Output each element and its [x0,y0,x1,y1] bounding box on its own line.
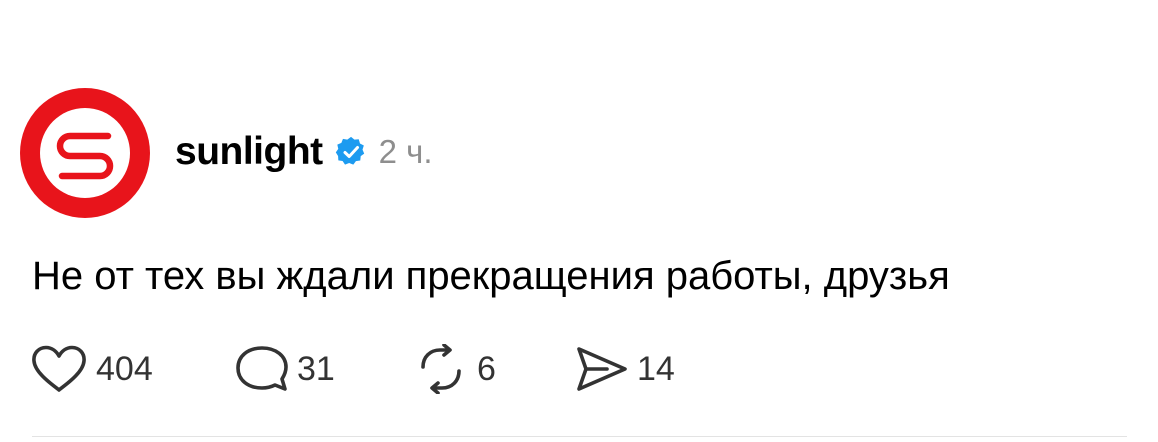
sunlight-logo-icon [20,88,150,218]
repost-button[interactable]: 6 [413,344,573,394]
comment-button[interactable]: 31 [235,344,413,394]
comment-icon [236,346,288,391]
send-icon [577,347,627,391]
comment-count: 31 [297,349,335,388]
post-card: sunlight 2 ч. Не от тех вы ждали прекращ… [0,0,1158,442]
like-count: 404 [96,349,153,388]
repost-count: 6 [477,349,496,388]
heart-icon [32,345,86,392]
post-header: sunlight 2 ч. [175,126,433,178]
share-count: 14 [637,349,675,388]
post-text: Не от тех вы ждали прекращения работы, д… [32,254,950,298]
repost-icon [421,344,461,394]
verified-badge-icon [335,136,367,168]
avatar[interactable] [20,88,150,218]
post-timestamp: 2 ч. [378,133,433,170]
username[interactable]: sunlight [175,130,323,174]
divider [32,436,1127,437]
like-button[interactable]: 404 [30,344,235,394]
post-actions: 404 31 6 14 [30,344,675,394]
share-button[interactable]: 14 [573,344,675,394]
